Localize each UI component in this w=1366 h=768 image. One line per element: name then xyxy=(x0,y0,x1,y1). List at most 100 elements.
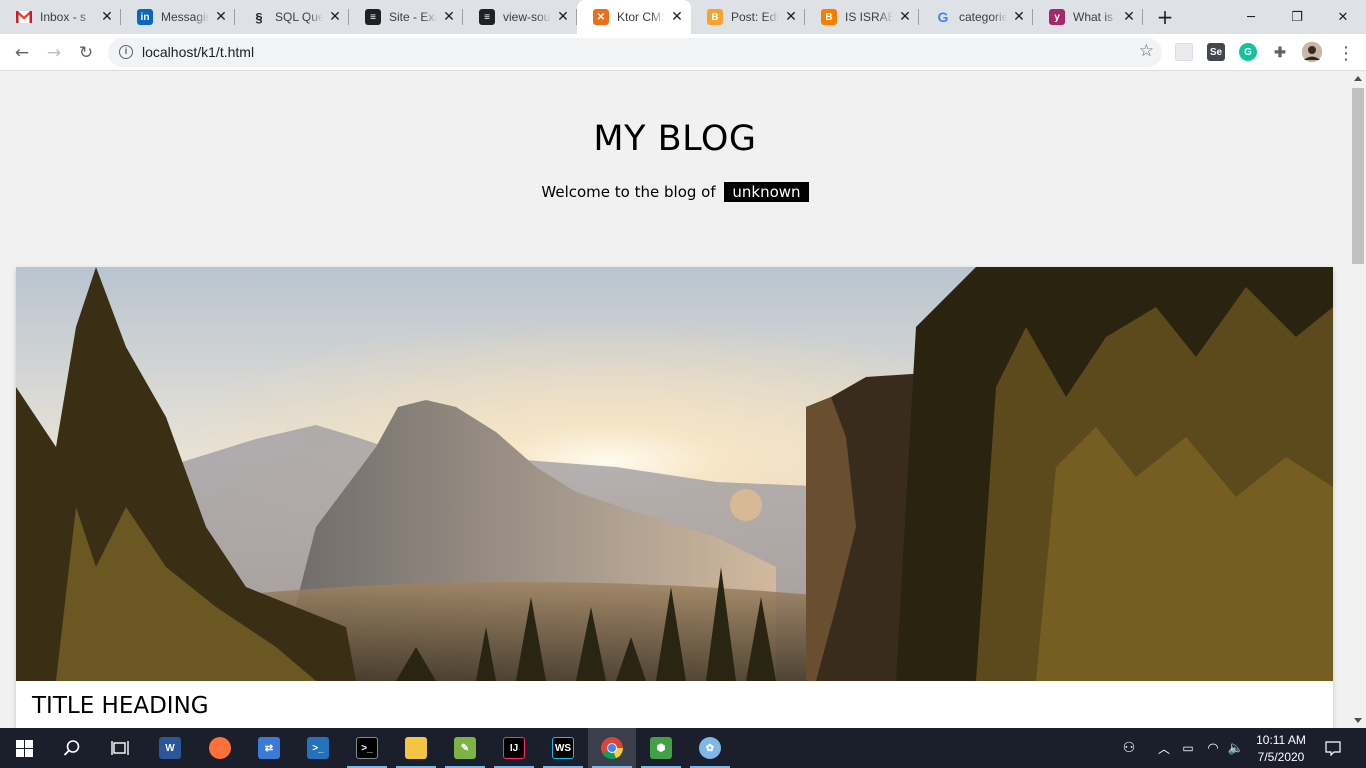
notepad-icon: ✎ xyxy=(454,737,476,759)
welcome-line: Welcome to the blog of unknown xyxy=(0,182,1350,202)
close-window-button[interactable]: ✕ xyxy=(1320,0,1366,34)
chrome-icon xyxy=(601,737,623,759)
post-title: TITLE HEADING xyxy=(32,693,209,719)
terminal-icon: >_ xyxy=(356,737,378,759)
taskbar-intellij[interactable]: IJ xyxy=(490,728,538,768)
hero-image xyxy=(16,267,1333,681)
taskbar-terminal[interactable]: >_ xyxy=(343,728,391,768)
url-text[interactable]: localhost/k1/t.html xyxy=(142,44,254,60)
welcome-text: Welcome to the blog of xyxy=(541,183,716,201)
task-view-button[interactable] xyxy=(96,728,144,768)
close-tab-icon[interactable]: ✕ xyxy=(99,9,115,25)
tab-title: Ktor CMS xyxy=(617,10,665,24)
document-icon: ≡ xyxy=(365,9,381,25)
show-hidden-icons-chevron-icon[interactable]: ︿ xyxy=(1152,728,1176,768)
tab-categories[interactable]: G categorie ✕ xyxy=(919,0,1033,34)
tab-sql[interactable]: § SQL Quer ✕ xyxy=(235,0,349,34)
extension-icon[interactable] xyxy=(1175,43,1193,61)
page-viewport: MY BLOG Welcome to the blog of unknown T… xyxy=(0,71,1350,728)
cube-icon: ⬢ xyxy=(650,737,672,759)
notifications-icon[interactable] xyxy=(1318,728,1348,768)
scroll-down-icon[interactable] xyxy=(1354,718,1362,723)
taskbar-powershell[interactable]: >_ xyxy=(294,728,342,768)
browser-menu-button[interactable]: ⋮ xyxy=(1332,39,1360,67)
taskbar-webstorm[interactable]: WS xyxy=(539,728,587,768)
page-scrollbar[interactable] xyxy=(1350,71,1366,728)
network-app-icon: ⇄ xyxy=(258,737,280,759)
search-icon xyxy=(63,740,80,756)
taskbar-clock[interactable]: 10:11 AM 7/5/2020 xyxy=(1248,732,1314,766)
tab-what-is[interactable]: y What is t ✕ xyxy=(1033,0,1143,34)
task-view-icon xyxy=(111,741,129,755)
tab-title: categorie xyxy=(959,10,1007,24)
taskbar-network-app[interactable]: ⇄ xyxy=(245,728,293,768)
wifi-icon[interactable]: ◠ xyxy=(1200,728,1226,768)
close-tab-icon[interactable]: ✕ xyxy=(897,9,913,25)
tab-is-israel[interactable]: B IS ISRAEL ✕ xyxy=(805,0,919,34)
linkedin-icon: in xyxy=(137,9,153,25)
scroll-thumb[interactable] xyxy=(1352,88,1364,264)
tab-linkedin[interactable]: in Messaging ✕ xyxy=(121,0,235,34)
taskbar-notepad[interactable]: ✎ xyxy=(441,728,489,768)
battery-icon[interactable]: ▭ xyxy=(1176,728,1200,768)
taskbar-3d-app[interactable]: ⬢ xyxy=(637,728,685,768)
taskbar-firefox[interactable] xyxy=(196,728,244,768)
tab-gmail[interactable]: Inbox - s ✕ xyxy=(0,0,121,34)
close-tab-icon[interactable]: ✕ xyxy=(213,9,229,25)
tab-post-edit[interactable]: B Post: Edit ✕ xyxy=(691,0,805,34)
tab-ktor-cms[interactable]: ✕ Ktor CMS ✕ xyxy=(577,0,691,34)
tab-title: view-sou xyxy=(503,10,551,24)
close-tab-icon[interactable]: ✕ xyxy=(327,9,343,25)
scroll-up-icon[interactable] xyxy=(1354,76,1362,81)
google-icon: G xyxy=(937,9,949,25)
bookmark-star-icon[interactable]: ☆ xyxy=(1139,41,1154,61)
close-tab-icon[interactable]: ✕ xyxy=(555,9,571,25)
taskbar-word[interactable]: W xyxy=(146,728,194,768)
blogger-icon: B xyxy=(707,9,723,25)
tab-title: Messaging xyxy=(161,10,209,24)
close-tab-icon[interactable]: ✕ xyxy=(1011,9,1027,25)
start-button[interactable] xyxy=(0,728,48,768)
close-tab-icon[interactable]: ✕ xyxy=(441,9,457,25)
webstorm-icon: WS xyxy=(552,737,574,759)
ktor-icon: ✕ xyxy=(593,9,609,25)
restore-button[interactable]: ❐ xyxy=(1274,0,1320,34)
back-button[interactable]: ← xyxy=(8,39,36,67)
tab-site[interactable]: ≡ Site - Exa ✕ xyxy=(349,0,463,34)
windows-taskbar: W ⇄ >_ >_ ✎ IJ WS ⬢ ✿ ⚇ ︿ ▭ ◠ 🔈 10:11 AM… xyxy=(0,728,1366,768)
paint-icon: ✿ xyxy=(699,737,721,759)
grammarly-icon[interactable]: G xyxy=(1239,43,1257,61)
address-bar[interactable]: i localhost/k1/t.html ☆ xyxy=(108,38,1162,67)
clock-time: 10:11 AM xyxy=(1256,733,1306,747)
yoast-icon: y xyxy=(1049,9,1065,25)
tab-title: IS ISRAEL xyxy=(845,10,893,24)
firefox-icon xyxy=(209,737,231,759)
close-tab-icon[interactable]: ✕ xyxy=(669,9,685,25)
powershell-icon: >_ xyxy=(307,737,329,759)
close-tab-icon[interactable]: ✕ xyxy=(1121,9,1137,25)
profile-avatar[interactable] xyxy=(1302,42,1322,62)
minimize-button[interactable]: ─ xyxy=(1228,0,1274,34)
taskbar-paint[interactable]: ✿ xyxy=(686,728,734,768)
intellij-icon: IJ xyxy=(503,737,525,759)
tab-view-source[interactable]: ≡ view-sou ✕ xyxy=(463,0,577,34)
taskbar-chrome[interactable] xyxy=(588,728,636,768)
taskbar-file-explorer[interactable] xyxy=(392,728,440,768)
forward-button[interactable]: → xyxy=(40,39,68,67)
puzzle-icon[interactable]: ✚ xyxy=(1271,43,1289,61)
tab-title: Inbox - s xyxy=(40,10,87,24)
close-tab-icon[interactable]: ✕ xyxy=(783,9,799,25)
blog-post-card: TITLE HEADING xyxy=(16,267,1333,728)
volume-muted-icon[interactable]: 🔈 xyxy=(1224,728,1248,768)
clock-date: 7/5/2020 xyxy=(1257,750,1305,764)
reload-button[interactable]: ↻ xyxy=(72,39,100,67)
document-icon: ≡ xyxy=(479,9,495,25)
new-tab-button[interactable]: + xyxy=(1154,6,1176,28)
tab-title: Site - Exa xyxy=(389,10,437,24)
people-icon[interactable]: ⚇ xyxy=(1114,728,1144,768)
blogger-icon: B xyxy=(821,9,837,25)
taskbar-search-button[interactable] xyxy=(48,728,96,768)
sql-icon: § xyxy=(255,9,263,25)
selenium-icon[interactable]: Se xyxy=(1207,43,1225,61)
site-info-icon[interactable]: i xyxy=(119,45,133,59)
